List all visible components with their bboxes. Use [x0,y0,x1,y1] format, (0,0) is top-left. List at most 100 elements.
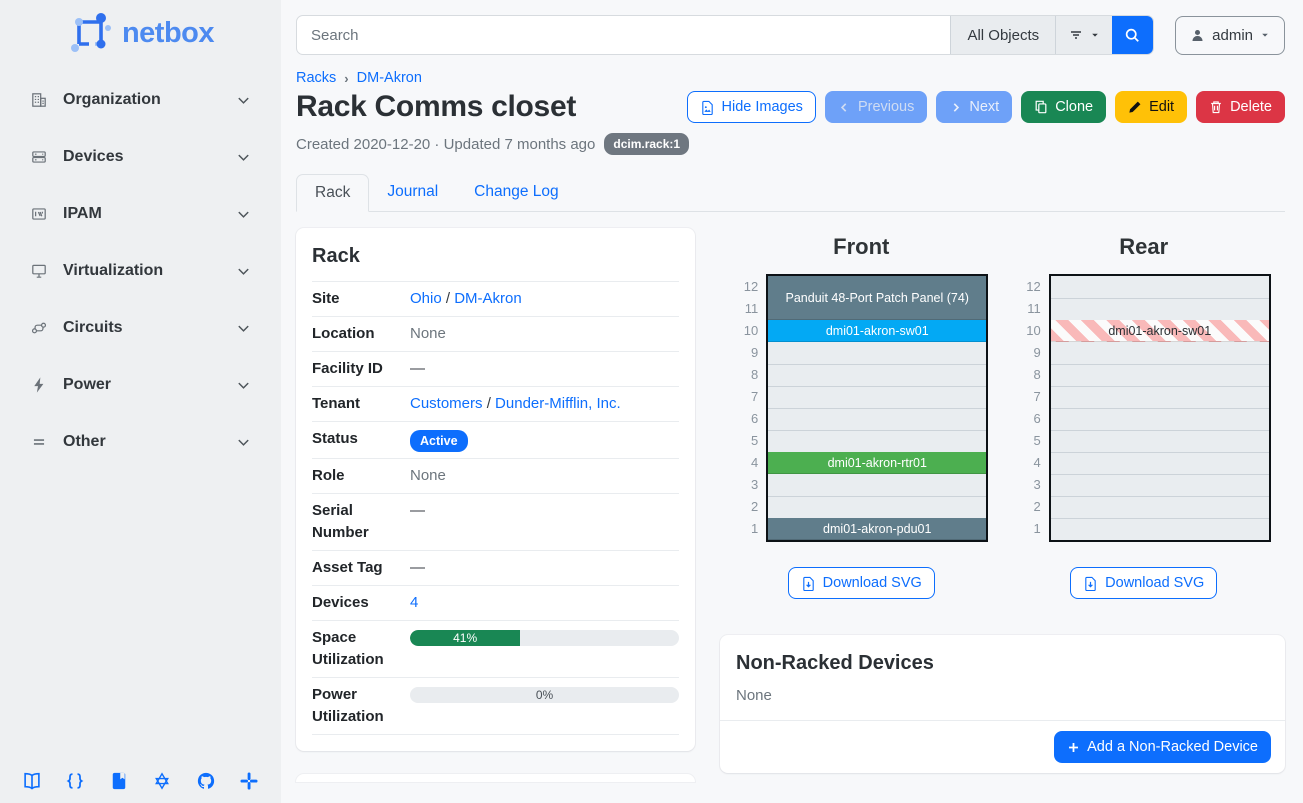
site-link[interactable]: DM-Akron [454,290,522,307]
edit-button[interactable]: Edit [1115,91,1187,123]
status-badge: Active [410,430,468,452]
download-file-icon [801,576,816,591]
sidebar-item-ipam[interactable]: IPAM [0,194,281,234]
tenant-group-link[interactable]: Customers [410,395,483,412]
title-row: Rack Comms closet Hide Images Previous N… [296,90,1285,124]
facility-id-value: — [410,358,679,380]
sidebar-item-devices[interactable]: Devices [0,137,281,177]
search-button[interactable] [1112,16,1153,54]
table-row-tenant: Tenant Customers / Dunder-Mifflin, Inc. [312,387,679,422]
sidebar-item-circuits[interactable]: Circuits [0,308,281,348]
unit-number: 8 [734,364,758,386]
search-input[interactable] [297,16,950,54]
rack-card-title: Rack [312,245,679,268]
table-row-serial-number: Serial Number — [312,494,679,551]
trash-icon [1209,100,1223,114]
rack-device[interactable]: dmi01-akron-sw01 [768,320,986,342]
object-type-button[interactable]: All Objects [950,16,1055,54]
sidebar-item-power[interactable]: Power [0,365,281,405]
download-svg-button[interactable]: Download SVG [1070,567,1217,599]
rack-unit-empty [768,364,986,386]
page-actions: Hide Images Previous Next Clone Edit [687,91,1285,123]
devices-icon [30,148,49,167]
add-non-racked-device-button[interactable]: Add a Non-Racked Device [1054,731,1271,763]
unit-number: 9 [1017,342,1041,364]
table-row-role: Role None [312,459,679,494]
rack-unit-empty [768,496,986,518]
search-icon [1124,27,1141,44]
rack-unit-empty [768,474,986,496]
left-column: Rack Site Ohio / DM-Akron Location None [296,228,695,782]
download-svg-button[interactable]: Download SVG [788,567,935,599]
sidebar-item-other[interactable]: Other [0,422,281,462]
caret-down-icon [1260,30,1270,40]
unit-number: 7 [734,386,758,408]
plus-icon [1067,741,1080,754]
filter-icon [1068,27,1084,43]
previous-button[interactable]: Previous [825,91,927,123]
chevron-down-icon [236,150,251,165]
rack-unit-numbers: 121110987654321 [1017,274,1041,542]
github-icon[interactable] [196,771,216,791]
content-area: Rack Site Ohio / DM-Akron Location None [296,228,1285,782]
rack-unit-empty [1051,342,1269,364]
table-row-devices: Devices 4 [312,586,679,621]
unit-number: 1 [1017,518,1041,540]
search-filter-button[interactable] [1055,16,1112,54]
docs-book-icon[interactable] [22,771,42,791]
unit-number: 9 [734,342,758,364]
sidebar-item-label: Circuits [63,319,123,337]
unit-number: 6 [734,408,758,430]
app-root: netbox Organization Devices IPAM Virtualiza… [0,0,1303,803]
rack-elevation-box-rear: dmi01-akron-sw01 [1049,274,1271,542]
unit-number: 12 [1017,276,1041,298]
netbox-logo[interactable]: netbox [0,0,281,64]
non-racked-devices-card: Non-Racked Devices None Add a Non-Racked… [720,635,1285,773]
breadcrumb-link-site[interactable]: DM-Akron [357,70,422,86]
user-menu-button[interactable]: admin [1175,16,1285,55]
power-utilization-bar: 0% [410,687,679,703]
api-braces-icon[interactable] [65,771,85,791]
hide-images-button[interactable]: Hide Images [687,91,816,123]
clone-button[interactable]: Clone [1021,91,1106,123]
global-search: All Objects [296,15,1154,55]
devices-count-link[interactable]: 4 [410,594,418,611]
rack-unit-empty [1051,430,1269,452]
circuits-icon [30,319,49,338]
object-id-badge: dcim.rack:1 [604,133,689,155]
tab-rack[interactable]: Rack [296,174,369,212]
next-button[interactable]: Next [936,91,1012,123]
slack-icon[interactable] [239,771,259,791]
sidebar-item-organization[interactable]: Organization [0,80,281,120]
unit-number: 6 [1017,408,1041,430]
rack-unit-empty [1051,298,1269,320]
rack-unit-empty [1051,364,1269,386]
rack-device[interactable]: Panduit 48-Port Patch Panel (74) [768,276,986,320]
unit-number: 10 [734,320,758,342]
tab-change-log[interactable]: Change Log [456,174,576,211]
sidebar: netbox Organization Devices IPAM Virtualiza… [0,0,281,803]
virtualization-icon [30,262,49,281]
asset-tag-value: — [410,557,679,579]
ipam-icon [30,205,49,224]
user-icon [1190,28,1205,43]
unit-number: 4 [734,452,758,474]
unit-number: 11 [1017,298,1041,320]
community-icon[interactable] [152,771,172,791]
breadcrumb-link-racks[interactable]: Racks [296,70,336,86]
tenant-link[interactable]: Dunder-Mifflin, Inc. [495,395,621,412]
tab-journal[interactable]: Journal [369,174,456,211]
rack-device[interactable]: dmi01-akron-rtr01 [768,452,986,474]
breadcrumb-chevron-icon: › [344,71,348,86]
sidebar-item-virtualization[interactable]: Virtualization [0,251,281,291]
chevron-down-icon [236,207,251,222]
caret-down-icon [1090,30,1100,40]
site-region-link[interactable]: Ohio [410,290,442,307]
sidebar-item-label: Organization [63,91,161,109]
rack-device[interactable]: dmi01-akron-sw01 [1051,320,1269,342]
journal-icon[interactable] [109,771,129,791]
delete-button[interactable]: Delete [1196,91,1285,123]
space-utilization-bar-fill: 41% [410,630,520,646]
rack-device[interactable]: dmi01-akron-pdu01 [768,518,986,540]
elevation-front: Front121110987654321Panduit 48-Port Patc… [720,228,1003,599]
